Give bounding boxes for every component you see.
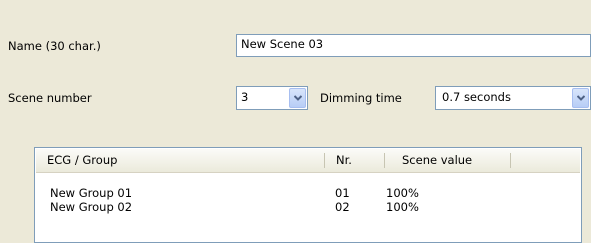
list-header: ECG / Group Nr. Scene value — [36, 149, 580, 173]
name-input[interactable]: New Scene 03 — [236, 34, 591, 57]
dimming-time-label: Dimming time — [320, 91, 402, 105]
scene-number-dropdown-button[interactable] — [289, 88, 306, 108]
scene-number-value: 3 — [241, 90, 249, 104]
group-cell: New Group 01 — [50, 186, 133, 200]
nr-cell: 01 — [335, 186, 350, 200]
column-header-scene-value[interactable]: Scene value — [385, 149, 510, 171]
scene-value-cell: 100% — [386, 200, 419, 214]
table-row[interactable]: New Group 01 01 100% — [36, 186, 580, 200]
dimming-time-select[interactable]: 0.7 seconds — [435, 86, 591, 110]
name-label: Name (30 char.) — [8, 39, 101, 53]
column-divider[interactable] — [510, 153, 511, 168]
nr-cell: 02 — [335, 200, 350, 214]
column-header-ecg-group[interactable]: ECG / Group — [36, 149, 324, 171]
scene-number-select[interactable]: 3 — [236, 86, 308, 110]
column-header-nr[interactable]: Nr. — [325, 149, 384, 171]
dimming-time-value: 0.7 seconds — [442, 90, 511, 104]
scene-value-cell: 100% — [386, 186, 419, 200]
dimming-time-dropdown-button[interactable] — [572, 88, 589, 108]
group-cell: New Group 02 — [50, 200, 133, 214]
chevron-down-icon — [293, 95, 302, 101]
scene-number-label: Scene number — [8, 91, 92, 105]
ecg-group-list[interactable]: ECG / Group Nr. Scene value New Group 01… — [34, 147, 582, 243]
table-row[interactable]: New Group 02 02 100% — [36, 200, 580, 214]
chevron-down-icon — [576, 95, 585, 101]
